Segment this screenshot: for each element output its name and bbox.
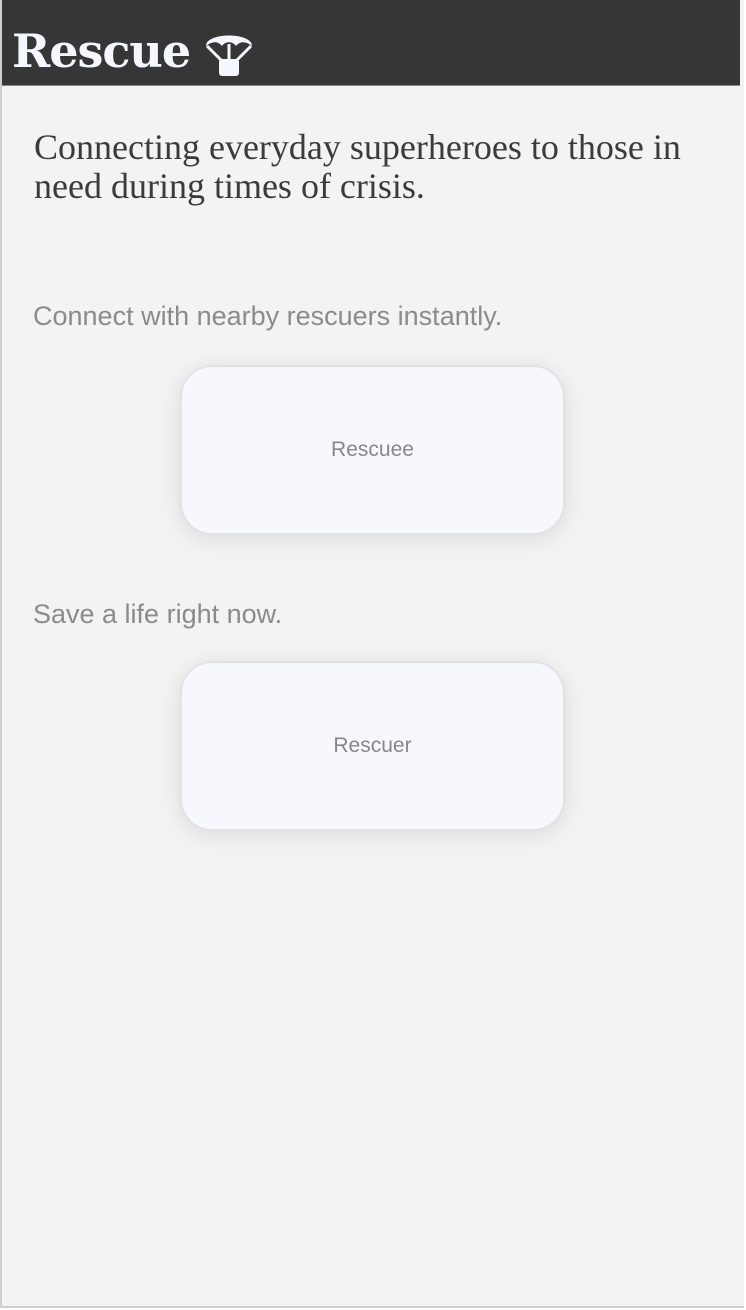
top-bar: Rescue [2,0,740,86]
rescuee-button-label: Rescuee [331,438,414,461]
rescuee-prompt: Connect with nearby rescuers instantly. [33,301,503,331]
rescuee-button[interactable]: Rescuee [180,365,565,535]
tagline: Connecting everyday superheroes to those… [34,127,681,206]
brand[interactable]: Rescue [12,24,256,78]
app-frame: Rescue Connecting everyday superheroes t… [0,0,744,1308]
parachute-icon [206,35,253,76]
rescuer-prompt: Save a life right now. [33,599,283,629]
rescuer-button[interactable]: Rescuer [180,661,565,831]
brand-name: Rescue [12,24,191,78]
rescuer-button-label: Rescuer [333,734,412,757]
